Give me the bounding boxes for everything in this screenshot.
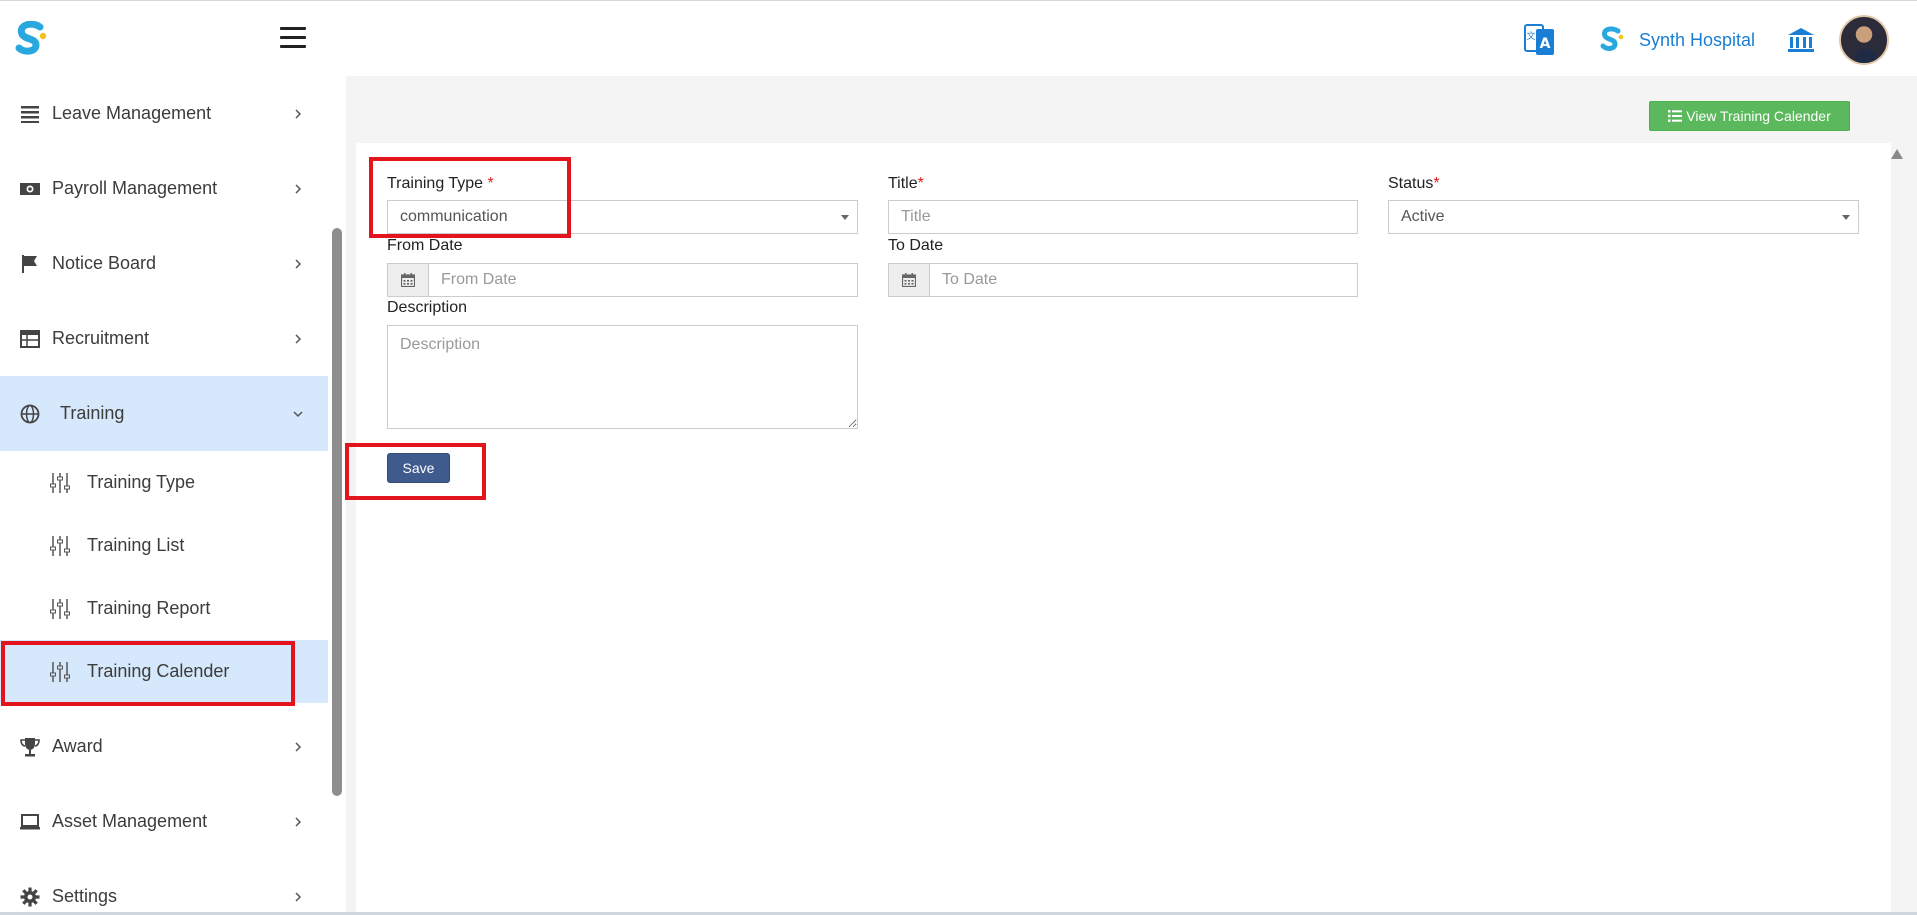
sidebar-item-label: Leave Management — [52, 103, 212, 123]
sidebar-item-training[interactable]: Training — [0, 376, 328, 451]
hospital-logo-icon — [1600, 26, 1624, 51]
from-date-label: From Date — [387, 237, 463, 254]
hospital-name-link[interactable]: Synth Hospital — [1639, 30, 1755, 51]
status-label: Status* — [1388, 175, 1440, 192]
app-logo-icon[interactable] — [14, 21, 48, 57]
sidebar-item-label: Payroll Management — [52, 178, 218, 198]
training-type-label: Training Type * — [387, 175, 494, 192]
sidebar-item-settings[interactable]: Settings — [0, 859, 328, 915]
sidebar-subitem-training-type[interactable]: Training Type — [0, 451, 328, 514]
to-date-input[interactable]: To Date — [929, 263, 1358, 297]
sidebar-item-label: Award — [52, 736, 103, 756]
scroll-up-arrow-icon[interactable] — [1890, 148, 1904, 160]
caret-down-icon — [841, 215, 849, 220]
view-training-calendar-label: View Training Calender — [1686, 108, 1831, 124]
sidebar-item-leave-management[interactable]: Leave Management — [0, 76, 328, 151]
calendar-icon — [401, 273, 415, 287]
to-date-placeholder: To Date — [942, 271, 998, 288]
sliders-icon — [50, 661, 70, 682]
sidebar-subitem-label: Training Type — [87, 472, 196, 492]
chevron-right-icon — [295, 333, 302, 344]
save-button[interactable]: Save — [387, 453, 450, 483]
training-type-value: communication — [400, 208, 508, 225]
svg-text:文: 文 — [1526, 30, 1535, 42]
menu-toggle-button[interactable] — [280, 27, 306, 49]
title-placeholder: Title — [901, 208, 931, 225]
translate-icon[interactable]: A 文 — [1523, 21, 1557, 59]
to-date-calendar-addon[interactable] — [888, 263, 930, 297]
list-icon — [1668, 110, 1683, 122]
sidebar-item-payroll-management[interactable]: Payroll Management — [0, 151, 328, 226]
status-value: Active — [1401, 208, 1445, 225]
user-avatar[interactable] — [1839, 15, 1889, 65]
sidebar-subitem-label: Training Calender — [87, 661, 230, 681]
globe-icon — [20, 404, 40, 423]
from-date-placeholder: From Date — [441, 271, 517, 288]
training-calendar-form-card — [356, 143, 1891, 915]
sidebar-scrollbar-thumb[interactable] — [332, 228, 342, 796]
sidebar-subitem-training-report[interactable]: Training Report — [0, 577, 328, 640]
top-bar: A 文 Synth Hospital — [0, 1, 1917, 76]
calendar-icon — [902, 273, 916, 287]
description-label: Description — [387, 299, 468, 316]
sidebar-item-notice-board[interactable]: Notice Board — [0, 226, 328, 301]
sidebar-item-label: Recruitment — [52, 328, 150, 348]
caret-down-icon — [1842, 215, 1850, 220]
sidebar-subitem-label: Training List — [87, 535, 185, 555]
flag-icon — [22, 254, 37, 273]
header-actions: A 文 Synth Hospital — [1523, 15, 1889, 65]
laptop-icon — [20, 813, 40, 829]
chevron-right-icon — [295, 108, 302, 119]
status-select[interactable]: Active — [1388, 200, 1859, 234]
table-icon — [20, 329, 40, 348]
sidebar-item-label: Notice Board — [52, 253, 157, 273]
chevron-right-icon — [295, 258, 302, 269]
money-icon — [20, 182, 40, 195]
sidebar-subitem-label: Training Report — [87, 598, 211, 618]
sidebar-subitem-training-list[interactable]: Training List — [0, 514, 328, 577]
sliders-icon — [50, 598, 70, 619]
sidebar: Leave Management Payroll Management Noti… — [0, 76, 328, 915]
sidebar-subitem-training-calender[interactable]: Training Calender — [0, 640, 328, 703]
sidebar-item-award[interactable]: Award — [0, 709, 328, 784]
chevron-right-icon — [295, 741, 302, 752]
chevron-right-icon — [295, 183, 302, 194]
sidebar-item-recruitment[interactable]: Recruitment — [0, 301, 328, 376]
from-date-input[interactable]: From Date — [428, 263, 858, 297]
svg-text:A: A — [1540, 36, 1551, 52]
sliders-icon — [50, 472, 70, 493]
chevron-right-icon — [295, 891, 302, 902]
sidebar-item-label: Settings — [52, 886, 118, 906]
title-label: Title* — [888, 175, 924, 192]
sidebar-item-asset-management[interactable]: Asset Management — [0, 784, 328, 859]
gear-icon — [20, 887, 40, 906]
bank-icon[interactable] — [1787, 26, 1815, 54]
trophy-icon — [20, 737, 40, 756]
app-window: A 文 Synth Hospital Leave Management Payr… — [0, 0, 1917, 915]
training-type-select[interactable]: communication — [387, 200, 858, 234]
sidebar-item-label: Asset Management — [52, 811, 208, 831]
to-date-label: To Date — [888, 237, 944, 254]
sliders-icon — [50, 535, 70, 556]
sidebar-item-label: Training — [60, 403, 125, 423]
chevron-right-icon — [295, 816, 302, 827]
view-training-calendar-button[interactable]: View Training Calender — [1649, 101, 1850, 131]
description-textarea[interactable] — [387, 325, 858, 429]
list-icon — [21, 105, 39, 123]
from-date-calendar-addon[interactable] — [387, 263, 429, 297]
title-input[interactable]: Title — [888, 200, 1358, 234]
chevron-down-icon — [293, 410, 303, 417]
